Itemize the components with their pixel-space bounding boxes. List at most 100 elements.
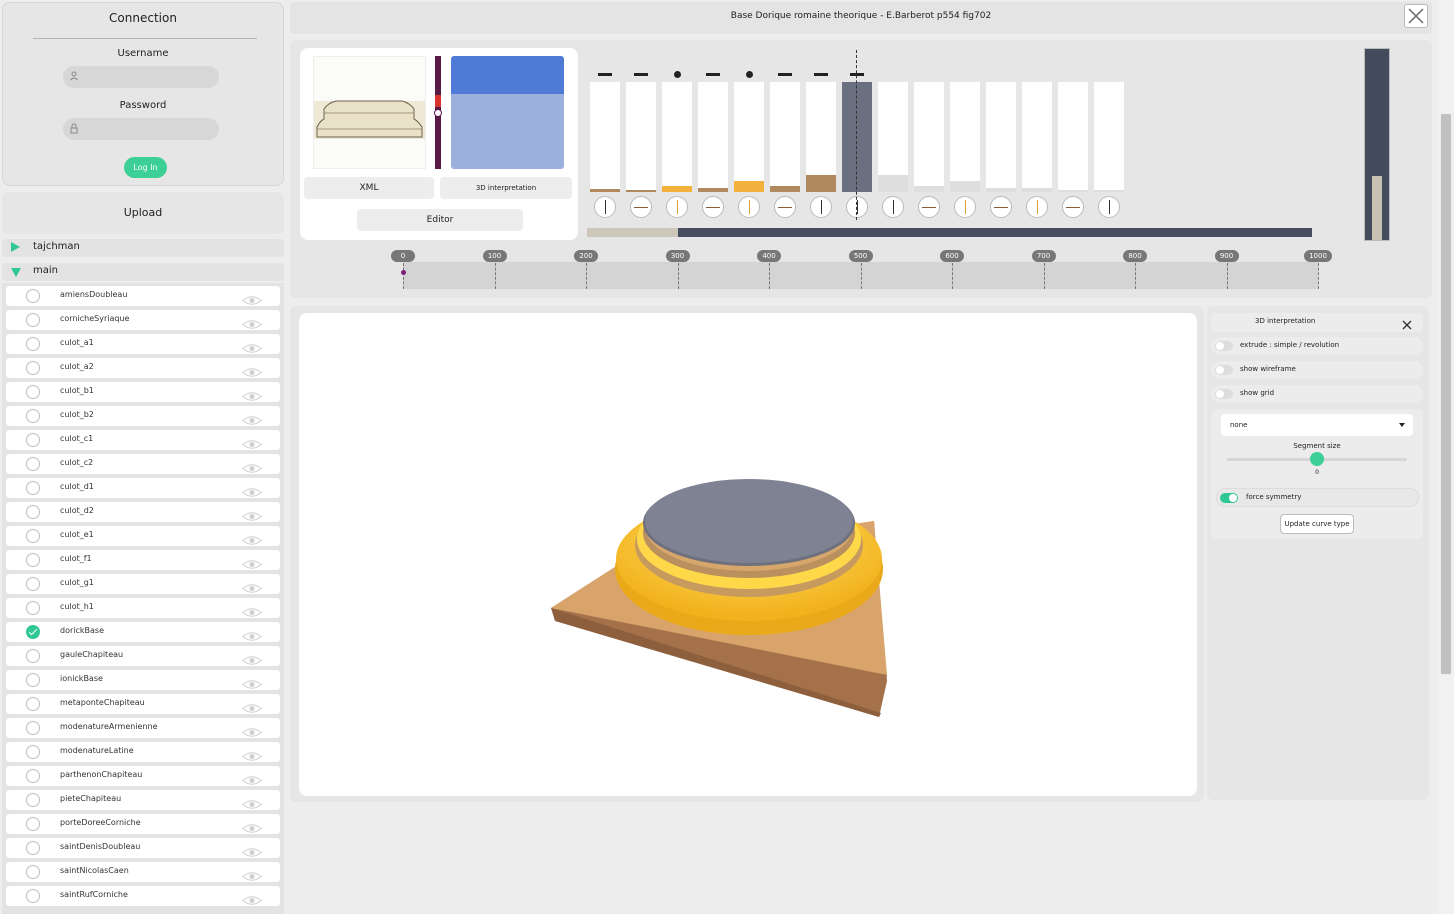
- select-radio[interactable]: [26, 289, 40, 303]
- segment-knob[interactable]: [1062, 196, 1084, 218]
- segment-slider[interactable]: [986, 82, 1016, 192]
- segment-knob[interactable]: [738, 196, 760, 218]
- select-radio[interactable]: [26, 505, 40, 519]
- list-item[interactable]: culot_b2: [6, 406, 280, 426]
- option-wireframe[interactable]: show wireframe: [1211, 361, 1423, 379]
- select-radio[interactable]: [26, 457, 40, 471]
- segment-knob[interactable]: [810, 196, 832, 218]
- segment-slider[interactable]: [878, 82, 908, 192]
- color-swatch[interactable]: [451, 56, 564, 169]
- select-radio[interactable]: [26, 481, 40, 495]
- list-item[interactable]: culot_d2: [6, 502, 280, 522]
- login-button[interactable]: Log In: [124, 157, 167, 178]
- segment-knob[interactable]: [918, 196, 940, 218]
- select-radio[interactable]: [26, 361, 40, 375]
- list-item[interactable]: cornicheSyriaque: [6, 310, 280, 330]
- eye-icon[interactable]: [242, 291, 262, 305]
- segment-slider[interactable]: [698, 82, 728, 192]
- list-item[interactable]: culot_c2: [6, 454, 280, 474]
- segment-knob[interactable]: [846, 196, 868, 218]
- timeline-progress[interactable]: [587, 228, 1312, 237]
- eye-icon[interactable]: [242, 603, 262, 617]
- list-item[interactable]: modenatureLatine: [6, 742, 280, 762]
- password-field[interactable]: [63, 118, 219, 140]
- toggle-switch[interactable]: [1220, 493, 1238, 503]
- scrollbar-thumb[interactable]: [1440, 113, 1452, 675]
- select-radio[interactable]: [26, 577, 40, 591]
- select-radio[interactable]: [26, 385, 40, 399]
- eye-icon[interactable]: [242, 843, 262, 857]
- segment-knob[interactable]: [954, 196, 976, 218]
- toggle-switch[interactable]: [1215, 341, 1233, 351]
- segment-knob[interactable]: [1026, 196, 1048, 218]
- list-item[interactable]: culot_c1: [6, 430, 280, 450]
- select-radio[interactable]: [26, 337, 40, 351]
- username-field[interactable]: [63, 66, 219, 88]
- segment-slider[interactable]: [626, 82, 656, 192]
- segment-slider[interactable]: [806, 82, 836, 192]
- segment-slider[interactable]: [590, 82, 620, 192]
- segment-slider[interactable]: [662, 82, 692, 192]
- select-radio[interactable]: [26, 433, 40, 447]
- list-item[interactable]: porteDoreeCorniche: [6, 814, 280, 834]
- select-radio[interactable]: [26, 865, 40, 879]
- eye-icon[interactable]: [242, 387, 262, 401]
- segment-slider[interactable]: [770, 82, 800, 192]
- list-item[interactable]: ionickBase: [6, 670, 280, 690]
- close-icon[interactable]: [1401, 316, 1413, 335]
- eye-icon[interactable]: [242, 315, 262, 329]
- eye-icon[interactable]: [242, 459, 262, 473]
- segment-knob[interactable]: [630, 196, 652, 218]
- segment-size-handle[interactable]: [1310, 452, 1324, 466]
- eye-icon[interactable]: [242, 411, 262, 425]
- eye-icon[interactable]: [242, 627, 262, 641]
- eye-icon[interactable]: [242, 435, 262, 449]
- toggle-switch[interactable]: [1215, 365, 1233, 375]
- select-radio[interactable]: [26, 793, 40, 807]
- editor-button[interactable]: Editor: [357, 209, 523, 231]
- palette-handle[interactable]: [434, 109, 442, 117]
- segment-knob[interactable]: [666, 196, 688, 218]
- eye-icon[interactable]: [242, 771, 262, 785]
- list-item[interactable]: saintRufCorniche: [6, 886, 280, 906]
- toggle-switch[interactable]: [1215, 389, 1233, 399]
- option-force-symmetry[interactable]: force symmetry: [1216, 488, 1419, 507]
- segment-knob[interactable]: [702, 196, 724, 218]
- list-item[interactable]: culot_a1: [6, 334, 280, 354]
- eye-icon[interactable]: [242, 723, 262, 737]
- list-item[interactable]: saintDenisDoubleau: [6, 838, 280, 858]
- segment-knob[interactable]: [990, 196, 1012, 218]
- eye-icon[interactable]: [242, 795, 262, 809]
- select-radio[interactable]: [26, 313, 40, 327]
- update-curve-type-button[interactable]: Update curve type: [1280, 514, 1354, 534]
- eye-icon[interactable]: [242, 867, 262, 881]
- segment-slider[interactable]: [842, 82, 872, 192]
- group-main[interactable]: main: [2, 263, 284, 281]
- eye-icon[interactable]: [242, 699, 262, 713]
- interpretation-button[interactable]: 3D interpretation: [440, 177, 572, 199]
- list-item[interactable]: culot_a2: [6, 358, 280, 378]
- select-radio[interactable]: [26, 841, 40, 855]
- list-item[interactable]: pieteChapiteau: [6, 790, 280, 810]
- eye-icon[interactable]: [242, 555, 262, 569]
- list-item[interactable]: culot_b1: [6, 382, 280, 402]
- segment-slider[interactable]: [1058, 82, 1088, 192]
- select-radio[interactable]: [26, 721, 40, 735]
- close-button[interactable]: [1404, 4, 1428, 28]
- select-radio[interactable]: [26, 625, 40, 639]
- option-extrude[interactable]: extrude : simple / revolution: [1211, 337, 1423, 355]
- select-radio[interactable]: [26, 673, 40, 687]
- list-item[interactable]: gauleChapiteau: [6, 646, 280, 666]
- select-radio[interactable]: [26, 745, 40, 759]
- segment-knob[interactable]: [882, 196, 904, 218]
- eye-icon[interactable]: [242, 651, 262, 665]
- segment-knob[interactable]: [594, 196, 616, 218]
- segment-knob[interactable]: [1098, 196, 1120, 218]
- segment-slider[interactable]: [734, 82, 764, 192]
- eye-icon[interactable]: [242, 363, 262, 377]
- eye-icon[interactable]: [242, 747, 262, 761]
- select-radio[interactable]: [26, 649, 40, 663]
- 3d-viewport[interactable]: [299, 313, 1197, 796]
- eye-icon[interactable]: [242, 483, 262, 497]
- list-item[interactable]: metaponteChapiteau: [6, 694, 280, 714]
